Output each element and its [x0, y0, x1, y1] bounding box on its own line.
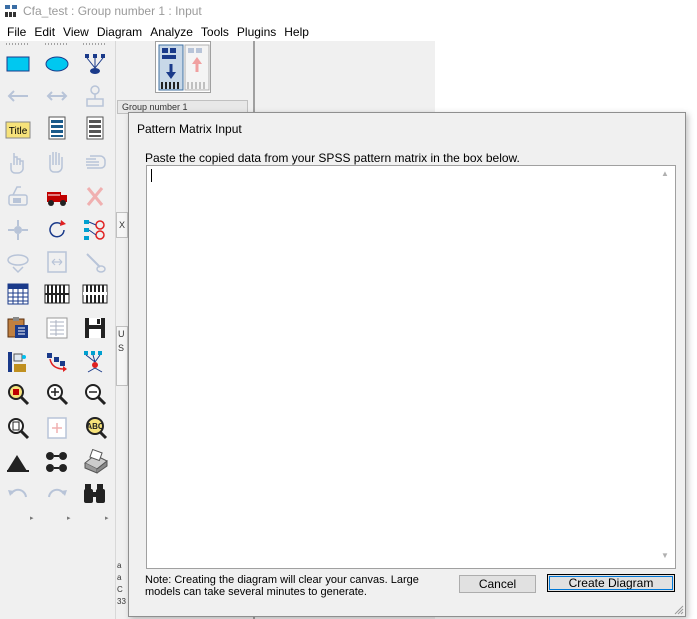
- fit-to-page-icon[interactable]: [42, 247, 72, 277]
- menu-edit[interactable]: Edit: [31, 25, 60, 39]
- text-caret: [151, 169, 152, 182]
- toolbox-scroll-arrow-3-icon: ▸: [105, 515, 109, 522]
- analysis-properties-icon[interactable]: [42, 279, 72, 309]
- panel-u-label: U: [118, 329, 125, 339]
- view-input-output-icon[interactable]: [156, 42, 212, 94]
- dialog-title: Pattern Matrix Input: [137, 122, 242, 136]
- redo-icon[interactable]: [42, 479, 72, 509]
- scroll-down-icon[interactable]: ▼: [661, 551, 669, 560]
- panel-u-sub-label: S: [118, 343, 125, 353]
- deselect-all-icon[interactable]: [80, 147, 110, 177]
- dialog-note: Note: Creating the diagram will clear yo…: [145, 574, 419, 598]
- specification-search-icon[interactable]: [80, 479, 110, 509]
- multiple-group-icon[interactable]: [42, 447, 72, 477]
- text-output-icon[interactable]: [42, 313, 72, 343]
- menu-plugins[interactable]: Plugins: [234, 25, 281, 39]
- undo-icon[interactable]: [3, 479, 33, 509]
- preserve-symmetries-icon[interactable]: [80, 347, 110, 377]
- ellipse-icon[interactable]: [42, 49, 72, 79]
- menu-view[interactable]: View: [60, 25, 94, 39]
- dialog-instruction: Paste the copied data from your SPSS pat…: [145, 151, 520, 165]
- panel-bottom-letter: a: [117, 561, 122, 570]
- object-properties-icon[interactable]: [3, 347, 33, 377]
- list-variables-data-icon[interactable]: [80, 113, 110, 143]
- erase-icon[interactable]: [80, 181, 110, 211]
- save-icon[interactable]: [80, 313, 110, 343]
- amos-app-icon: [5, 5, 17, 17]
- indicator-icon[interactable]: [80, 49, 110, 79]
- zoom-area-icon[interactable]: [3, 379, 33, 409]
- menu-file[interactable]: File: [4, 25, 31, 39]
- pattern-matrix-dialog: Pattern Matrix Input Paste the copied da…: [128, 112, 686, 617]
- drag-properties-icon[interactable]: [42, 347, 72, 377]
- panel-bottom-letter: a: [117, 573, 122, 582]
- select-all-icon[interactable]: [42, 147, 72, 177]
- zoom-out-icon[interactable]: [80, 379, 110, 409]
- view-page-icon[interactable]: [3, 413, 33, 443]
- menu-bar: File Edit View Diagram Analyze Tools Plu…: [0, 22, 697, 41]
- panel-x-tab[interactable]: X: [116, 212, 128, 238]
- move-parameter-icon[interactable]: [3, 215, 33, 245]
- rotate-indicator-icon[interactable]: [42, 215, 72, 245]
- create-diagram-button[interactable]: Create Diagram: [547, 574, 675, 592]
- reflect-indicator-icon[interactable]: [80, 215, 110, 245]
- move-icon[interactable]: [42, 181, 72, 211]
- rectangle-icon[interactable]: [3, 49, 33, 79]
- view-toggle: [155, 41, 211, 93]
- title-bar: Cfa_test : Group number 1 : Input: [0, 0, 697, 22]
- shape-change-icon[interactable]: [3, 247, 33, 277]
- canvas-top-strip: [255, 41, 435, 83]
- panel-bottom-letter: C: [117, 585, 123, 594]
- degrees-of-freedom-icon[interactable]: [3, 447, 33, 477]
- toolbox-scroll-arrow-1-icon: ▸: [30, 515, 34, 522]
- svg-text:Title: Title: [9, 126, 28, 137]
- duplicate-icon[interactable]: [3, 181, 33, 211]
- panel-bottom-letters: a a C 33: [116, 560, 128, 619]
- menu-analyze[interactable]: Analyze: [147, 25, 198, 39]
- toolbox-scroll-arrow-2-icon: ▸: [67, 515, 71, 522]
- scroll-up-icon[interactable]: ▲: [661, 169, 669, 178]
- single-arrow-icon[interactable]: [3, 81, 33, 111]
- touch-up-icon[interactable]: [80, 247, 110, 277]
- magnify-icon[interactable]: ABC: [80, 413, 110, 443]
- select-one-icon[interactable]: [3, 147, 33, 177]
- menu-tools[interactable]: Tools: [198, 25, 234, 39]
- resize-grip-icon[interactable]: [672, 603, 684, 615]
- copy-to-clipboard-icon[interactable]: [3, 313, 33, 343]
- menu-help[interactable]: Help: [281, 25, 314, 39]
- panel-u-tab[interactable]: U S: [116, 326, 128, 386]
- print-icon[interactable]: [80, 447, 110, 477]
- select-data-file-icon[interactable]: [3, 279, 33, 309]
- double-arrow-icon[interactable]: [42, 81, 72, 111]
- window-title: Cfa_test : Group number 1 : Input: [23, 4, 202, 18]
- panel-bottom-letter: 33: [117, 597, 126, 606]
- cancel-button[interactable]: Cancel: [459, 575, 536, 593]
- toolbox: Title ABC ▸ ▸ ▸: [0, 41, 115, 619]
- unique-variable-icon[interactable]: [80, 81, 110, 111]
- resize-diagram-icon[interactable]: [42, 413, 72, 443]
- list-variables-model-icon[interactable]: [42, 113, 72, 143]
- zoom-in-icon[interactable]: [42, 379, 72, 409]
- svg-text:ABC: ABC: [86, 422, 104, 431]
- toolbox-divider: [6, 43, 107, 45]
- title-icon[interactable]: Title: [3, 115, 33, 145]
- pattern-matrix-input[interactable]: [146, 165, 676, 569]
- menu-diagram[interactable]: Diagram: [94, 25, 147, 39]
- calculate-estimates-icon[interactable]: [80, 279, 110, 309]
